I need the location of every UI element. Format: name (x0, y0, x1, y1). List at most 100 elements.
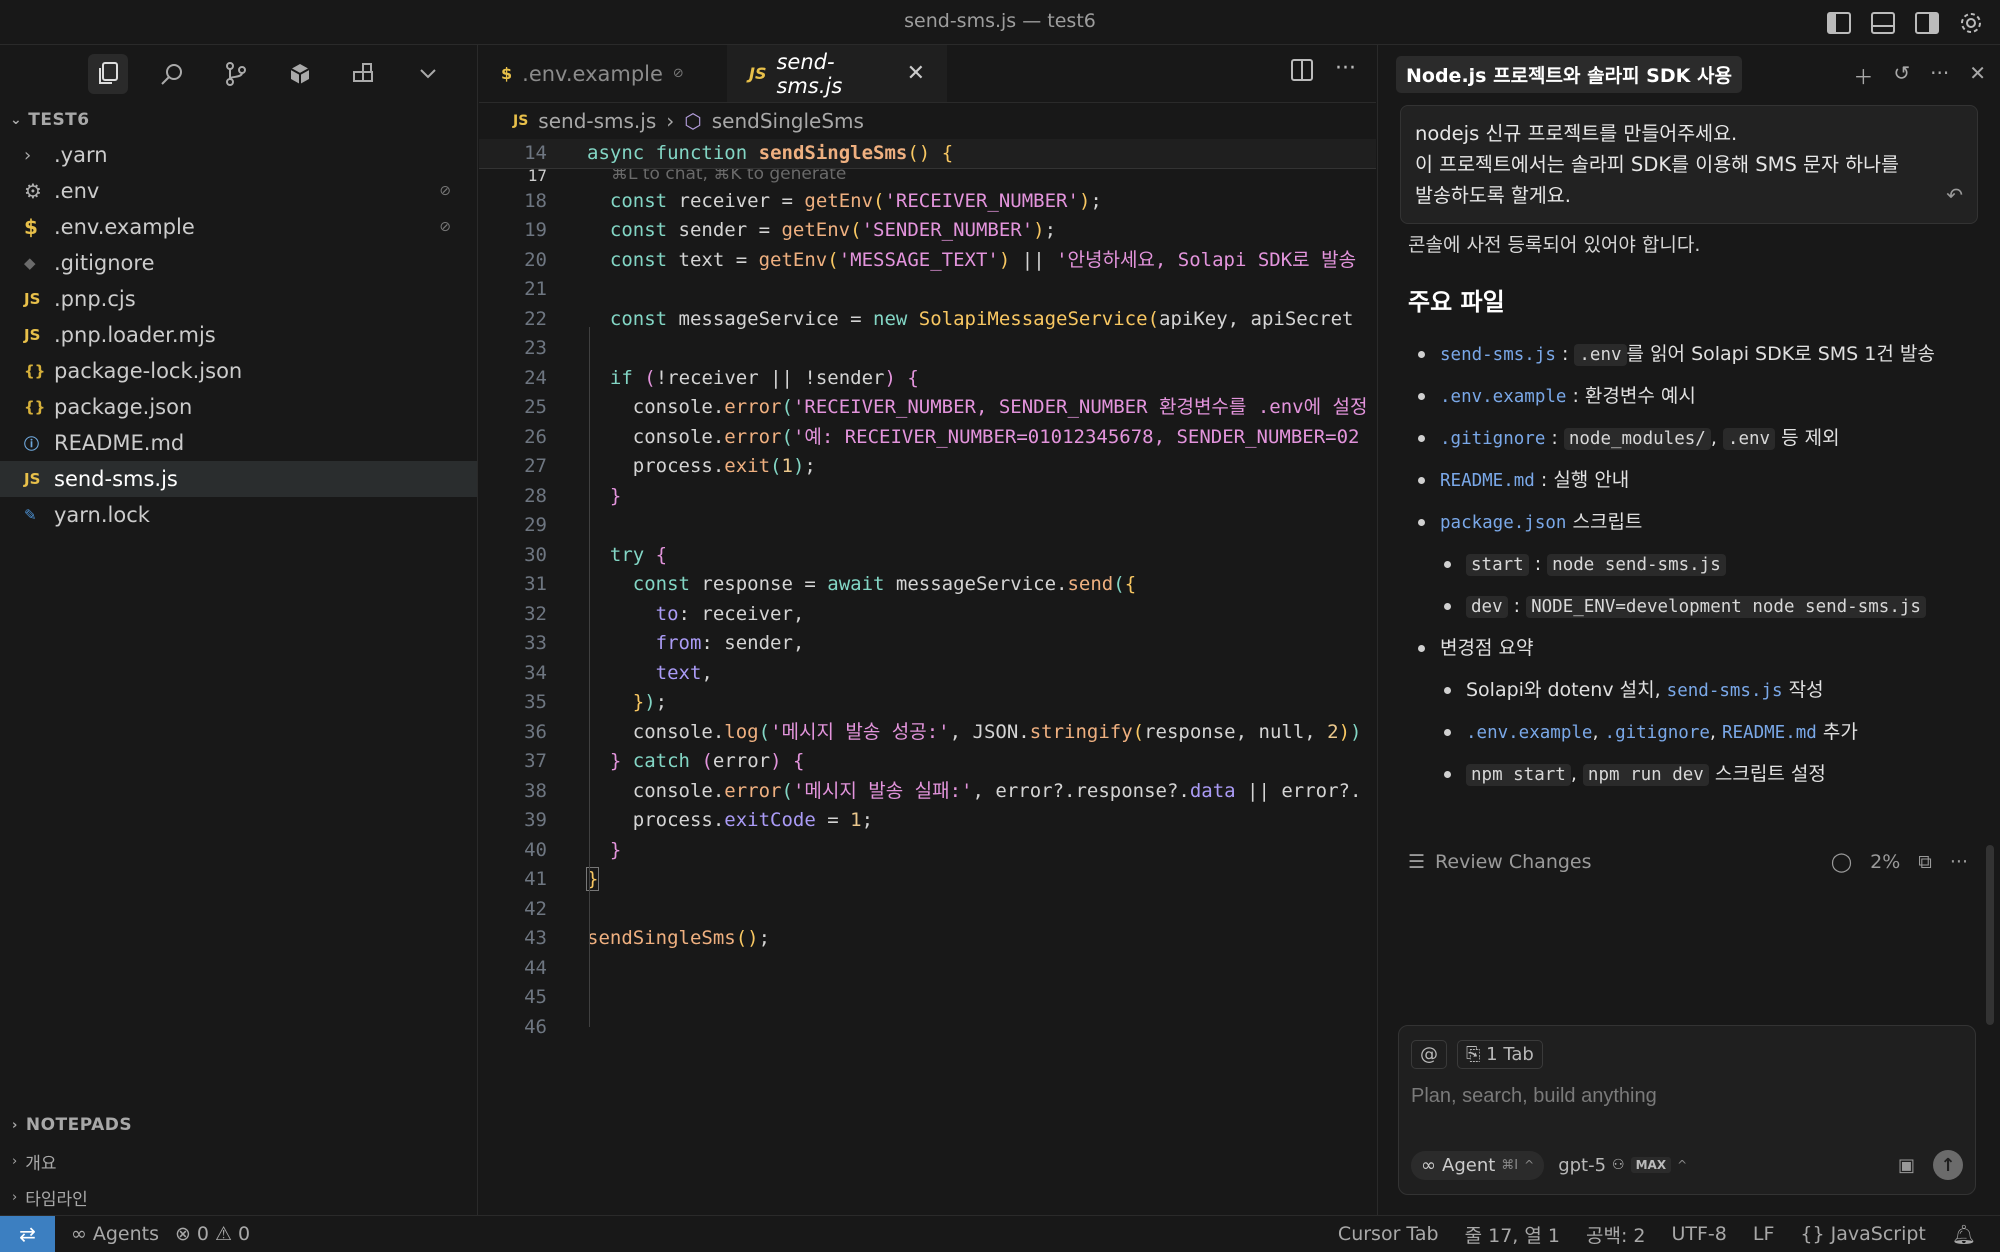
file-item-gitignore[interactable]: ◆ .gitignore (0, 245, 477, 281)
chevron-down-icon[interactable] (408, 54, 448, 94)
plus-icon[interactable]: ＋ (1853, 61, 1873, 90)
search-icon[interactable] (152, 54, 192, 94)
code-link[interactable]: package.json (1440, 513, 1566, 533)
code-area[interactable]: 14 async function sendSingleSms() { 17 ⌘… (479, 139, 1376, 1042)
line-number: 40 (524, 838, 547, 861)
code-line: 20 const text = getEnv('MESSAGE_TEXT') |… (479, 246, 1376, 276)
section-notepads[interactable]: › NOTEPADS (0, 1107, 477, 1143)
explorer-section-header[interactable]: ⌄ TEST6 (0, 103, 477, 137)
item-text: Solapi와 dotenv 설치, (1466, 679, 1661, 701)
json-icon: {} (24, 398, 46, 416)
code-token: getEnv (758, 248, 828, 271)
gear-icon[interactable] (1956, 8, 1986, 38)
gear-icon: ⚙ (24, 179, 42, 203)
chat-scrollbar[interactable] (1986, 845, 1994, 1025)
chat-tab-title[interactable]: Node.js 프로젝트와 솔라피 SDK 사용 (1396, 55, 1742, 93)
file-item-yarn-folder[interactable]: › .yarn (0, 137, 477, 173)
section-timeline[interactable]: › 타임라인 (0, 1179, 477, 1215)
line-number: 36 (524, 720, 547, 743)
source-control-icon[interactable] (216, 54, 256, 94)
code-link[interactable]: .env.example (1440, 387, 1566, 407)
review-changes-button[interactable]: Review Changes (1435, 851, 1591, 873)
list-item: .env.example : 환경변수 예시 (1408, 375, 1976, 417)
file-item-yarn-lock[interactable]: ✎ yarn.lock (0, 497, 477, 533)
review-changes-bar: ☰ Review Changes ◯ 2% ⧉ ··· (1408, 851, 1968, 873)
more-icon[interactable]: ··· (1950, 851, 1968, 873)
more-icon[interactable]: ··· (1335, 58, 1356, 85)
remote-icon[interactable]: ⇄ (0, 1215, 55, 1252)
panel-bottom-icon[interactable] (1868, 8, 1898, 38)
section-outline[interactable]: › 개요 (0, 1143, 477, 1179)
file-item-send-sms[interactable]: JS send-sms.js (0, 461, 477, 497)
agents-status[interactable]: ∞ Agents (71, 1223, 159, 1245)
blocks-icon[interactable] (344, 54, 384, 94)
encoding-status[interactable]: UTF-8 (1671, 1223, 1726, 1245)
js-icon: JS (24, 326, 41, 344)
inline-code: .env (1722, 428, 1776, 450)
undo-icon[interactable]: ↶ (1946, 180, 1963, 211)
file-item-pnp-cjs[interactable]: JS .pnp.cjs (0, 281, 477, 317)
user-message[interactable]: nodejs 신규 프로젝트를 만들어주세요. 이 프로젝트에서는 솔라피 SD… (1400, 105, 1978, 224)
tab-send-sms[interactable]: JS send-sms.js ✕ (727, 45, 947, 102)
tab-context-pill[interactable]: ⎘ 1 Tab (1457, 1040, 1543, 1069)
code-link[interactable]: .gitignore (1605, 723, 1710, 743)
line-number: 43 (524, 927, 547, 949)
indentation-status[interactable]: 공백: 2 (1586, 1221, 1646, 1248)
item-text: 스크립트 (1572, 511, 1643, 533)
file-item-env-example[interactable]: $ .env.example ⊘ (0, 209, 477, 245)
line-number: 38 (524, 779, 547, 802)
split-editor-icon[interactable] (1291, 59, 1314, 85)
code-token: sendSingleSms (758, 142, 908, 164)
line-number: 42 (524, 897, 547, 920)
cursor-position[interactable]: 줄 17, 열 1 (1465, 1221, 1560, 1248)
file-item-env[interactable]: ⚙ .env ⊘ (0, 173, 477, 209)
tab-env-example[interactable]: $ .env.example ⊘ (479, 45, 727, 102)
bell-icon[interactable]: 🔔︎ (1952, 1223, 1976, 1246)
arrow-up-icon: ↑ (1940, 1154, 1956, 1176)
chat-input[interactable] (1411, 1085, 1951, 1108)
eol-status[interactable]: LF (1753, 1223, 1775, 1245)
code-token: 'SENDER_NUMBER' (861, 219, 1034, 241)
agent-mode-selector[interactable]: ∞ Agent ⌘I ^ (1411, 1150, 1545, 1180)
sidebar-right-icon[interactable] (1912, 8, 1942, 38)
file-item-package-lock[interactable]: {} package-lock.json (0, 353, 477, 389)
line-number: 35 (524, 691, 547, 713)
code-line: 39 process.exitCode = 1; (479, 806, 1376, 836)
close-icon[interactable]: ✕ (1969, 61, 1986, 90)
more-icon[interactable]: ··· (1930, 61, 1949, 90)
close-icon[interactable]: ✕ (907, 61, 925, 86)
inline-code: node_modules/ (1563, 428, 1711, 450)
problems-status[interactable]: ⊗ 0 ⚠ 0 (175, 1223, 250, 1245)
code-token: '예: RECEIVER_NUMBER=01012345678, SENDER_… (792, 425, 1360, 448)
title-bar: send-sms.js — test6 (0, 0, 2000, 45)
code-link[interactable]: README.md (1440, 471, 1535, 491)
error-count: 0 (196, 1223, 209, 1245)
file-item-readme[interactable]: ⓘ README.md (0, 425, 477, 461)
model-selector[interactable]: gpt-5 ⚇ MAX ^ (1558, 1155, 1687, 1176)
code-link[interactable]: .gitignore (1440, 429, 1545, 449)
extensions-box-icon[interactable] (280, 54, 320, 94)
inline-code: dev (1466, 596, 1508, 618)
line-number: 45 (524, 986, 547, 1008)
history-icon[interactable]: ↺ (1893, 61, 1910, 90)
code-link[interactable]: send-sms.js (1667, 681, 1783, 701)
breadcrumb-file[interactable]: send-sms.js (538, 109, 656, 133)
line-number: 37 (524, 750, 547, 772)
files-icon[interactable] (88, 54, 128, 94)
cursor-tab-status[interactable]: Cursor Tab (1338, 1223, 1439, 1245)
language-status[interactable]: {} JavaScript (1800, 1223, 1925, 1245)
line-number: 41 (524, 868, 547, 890)
list-item: README.md : 실행 안내 (1408, 459, 1976, 501)
send-button[interactable]: ↑ (1933, 1150, 1963, 1180)
code-link[interactable]: README.md (1722, 723, 1817, 743)
file-item-package-json[interactable]: {} package.json (0, 389, 477, 425)
mention-button[interactable]: @ (1411, 1040, 1447, 1069)
code-link[interactable]: send-sms.js (1440, 345, 1556, 365)
section-heading: 주요 파일 (1408, 288, 1505, 316)
sidebar-left-icon[interactable] (1824, 8, 1854, 38)
file-item-pnp-loader[interactable]: JS .pnp.loader.mjs (0, 317, 477, 353)
breadcrumb-symbol[interactable]: sendSingleSms (712, 109, 864, 133)
code-link[interactable]: .env.example (1466, 723, 1592, 743)
copy-icon[interactable]: ⧉ (1918, 851, 1932, 873)
image-icon[interactable]: ▣ (1898, 1155, 1915, 1176)
